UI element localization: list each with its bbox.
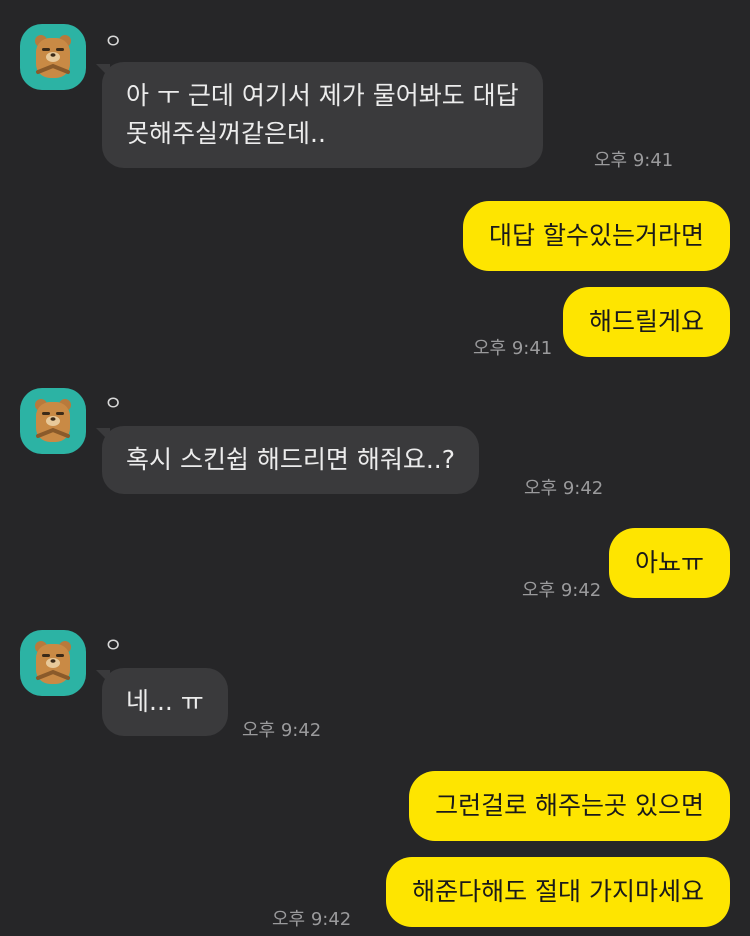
message-bubble-outgoing[interactable]: 해준다해도 절대 가지마세요 [386,857,730,927]
message-timestamp: 오후 9:42 [524,478,604,499]
message-timestamp: 오후 9:41 [594,150,674,171]
sender-avatar[interactable] [20,630,86,696]
message-bubble-outgoing[interactable]: 해드릴게요 [562,287,730,357]
message-text: 그런걸로 해주는곳 있으면 [435,791,704,820]
message-timestamp: 오후 9:41 [473,338,553,359]
sender-name: ㅇ [104,29,123,53]
sender-avatar[interactable] [20,24,86,90]
message-bubble-outgoing[interactable]: 그런걸로 해주는곳 있으면 [409,771,730,841]
message-bubble-outgoing[interactable]: 아뇨ㅠ [608,528,730,598]
message-text: 해준다해도 절대 가지마세요 [412,877,704,906]
message-timestamp: 오후 9:42 [242,720,322,741]
message-text: 대답 할수있는거라면 [489,221,704,250]
message-text: 아뇨ㅠ [634,548,704,577]
message-timestamp: 오후 9:42 [522,580,602,601]
bear-character-icon [35,399,71,442]
sender-name: ㅇ [104,391,123,415]
bear-character-icon [35,35,71,78]
message-bubble-outgoing[interactable]: 대답 할수있는거라면 [463,201,730,271]
message-text: 못해주실꺼같은데.. [126,119,326,148]
message-bubble-incoming[interactable]: 혹시 스킨쉽 해드리면 해줘요..? [102,426,480,494]
message-bubble-incoming[interactable]: 아 ㅜ 근데 여기서 제가 물어봐도 대답 못해주실꺼같은데.. [102,62,543,168]
bear-character-icon [35,641,71,684]
message-text: 네... ㅠ [126,687,204,716]
chat-view: ㅇ 아 ㅜ 근데 여기서 제가 물어봐도 대답 못해주실꺼같은데.. 오후 9:… [0,0,750,936]
message-text: 해드릴게요 [588,307,704,336]
sender-name: ㅇ [104,633,123,657]
message-text: 혹시 스킨쉽 해드리면 해줘요..? [126,445,456,474]
sender-avatar[interactable] [20,388,86,454]
message-timestamp: 오후 9:42 [272,909,352,930]
message-text: 아 ㅜ 근데 여기서 제가 물어봐도 대답 [126,81,519,110]
message-bubble-incoming[interactable]: 네... ㅠ [102,668,228,736]
